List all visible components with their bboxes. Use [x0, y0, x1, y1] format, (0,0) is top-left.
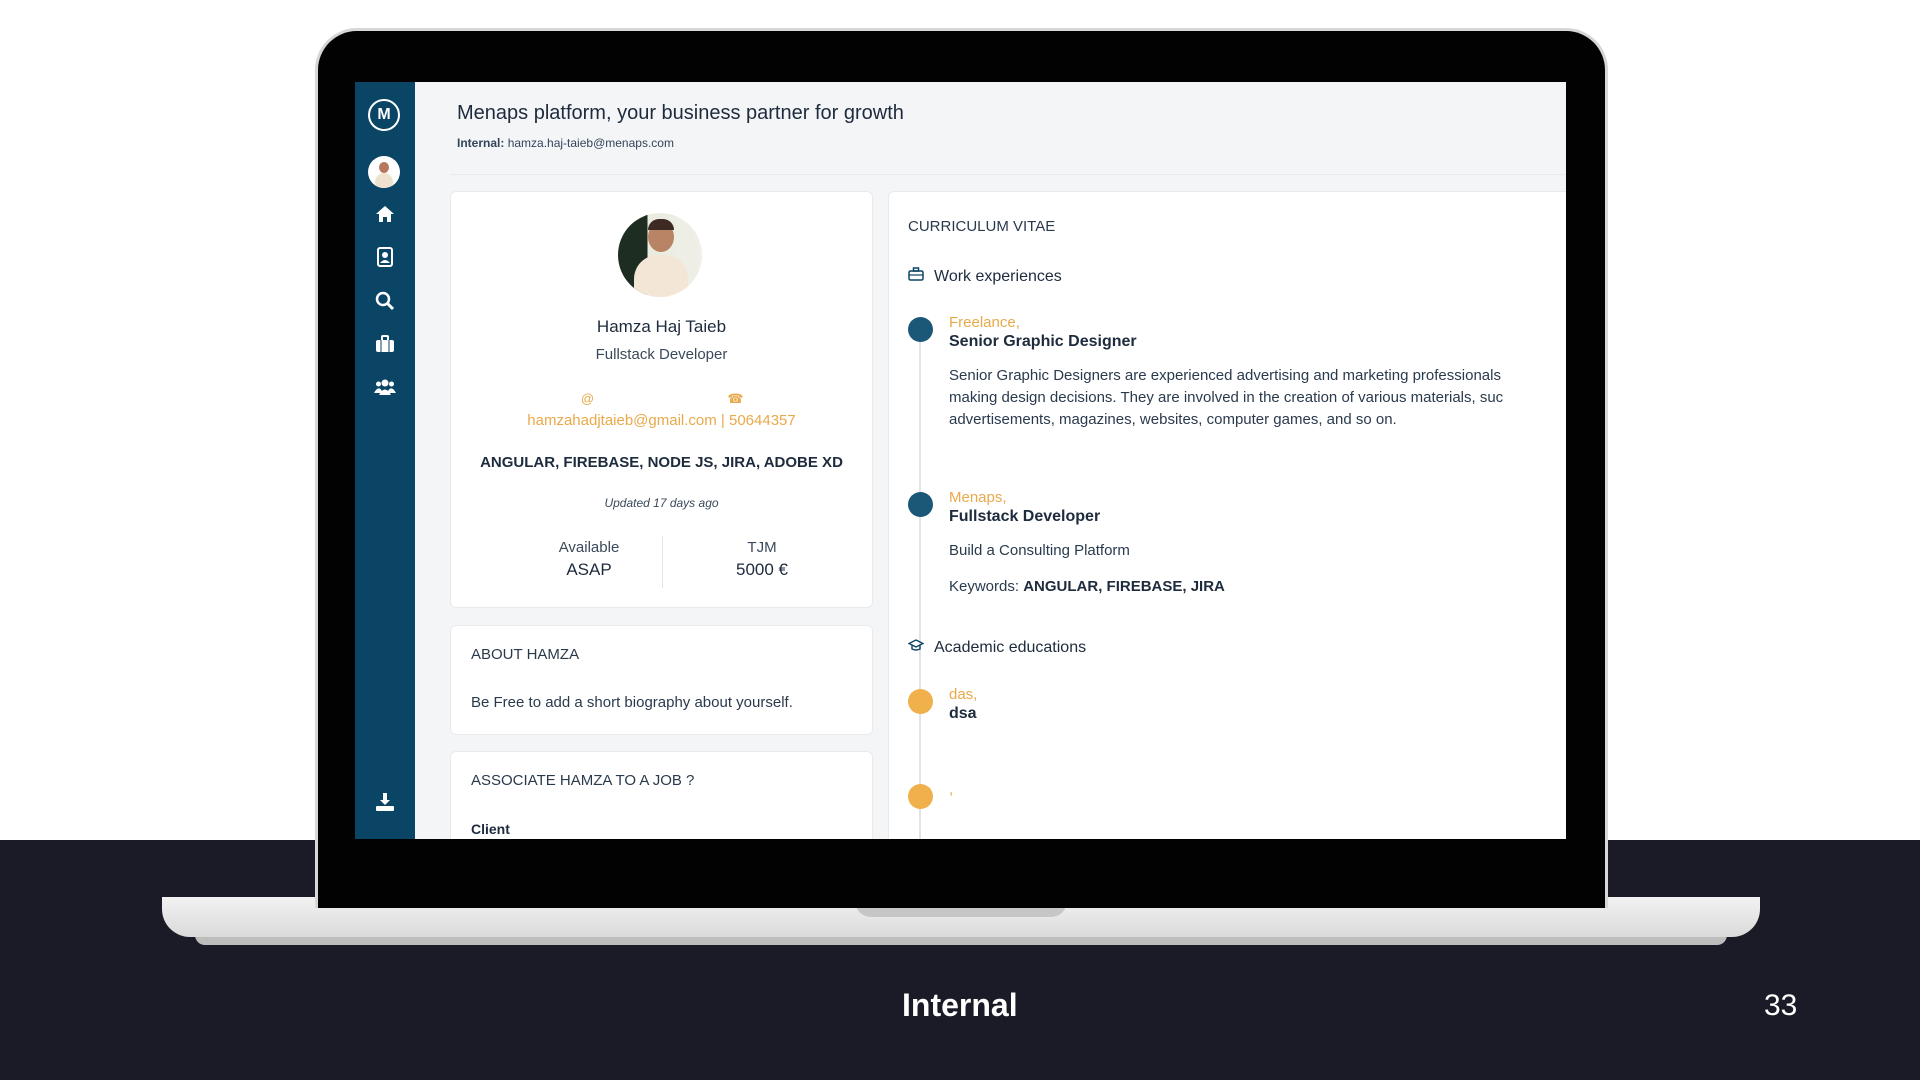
education-degree: dsa [949, 705, 977, 722]
cv-card: CURRICULUM VITAE Work experiences Freela… [888, 191, 1566, 839]
tjm-value: 5000 € [736, 560, 788, 579]
avatar-shirt [634, 255, 688, 297]
work-description-line: Senior Graphic Designers are experienced… [949, 367, 1501, 384]
work-company: Menaps, [949, 489, 1007, 506]
about-text[interactable]: Be Free to add a short biography about y… [471, 694, 793, 711]
avatar-hair [648, 219, 674, 230]
associate-card: ASSOCIATE HAMZA TO A JOB ? Client [450, 751, 873, 839]
email-icon: @ [580, 391, 595, 406]
work-position: Fullstack Developer [949, 508, 1101, 525]
menaps-logo-icon[interactable]: M [368, 99, 400, 131]
profile-role: Fullstack Developer [595, 346, 728, 363]
available-value: ASAP [566, 560, 612, 579]
keywords-label: Keywords: [949, 578, 1020, 595]
briefcase-outline-icon [908, 267, 928, 284]
timeline-dot-work-1 [908, 317, 933, 342]
timeline-dot-education-1 [908, 689, 933, 714]
client-label: Client [471, 821, 510, 837]
education-entry-1: das, dsa [949, 686, 1566, 723]
download-icon[interactable] [355, 792, 415, 819]
work-entry-2: Menaps, Fullstack Developer Build a Cons… [949, 489, 1566, 595]
internal-label: Internal: [457, 136, 505, 150]
about-card: ABOUT HAMZA Be Free to add a short biogr… [450, 625, 873, 735]
work-description: Build a Consulting Platform [949, 542, 1130, 559]
available-label: Available [558, 539, 620, 556]
profile-card: Hamza Haj Taieb Fullstack Developer @ ☎ h… [450, 191, 873, 608]
about-title: ABOUT HAMZA [471, 646, 580, 663]
app-screen: M Menaps platform, your business partner… [355, 82, 1566, 839]
briefcase-icon[interactable] [355, 334, 415, 360]
avatar-head [379, 162, 389, 173]
slide-footer-label: Internal [902, 987, 1018, 1023]
education-school: das, [949, 686, 978, 703]
profile-contact[interactable]: hamzahadjtaieb@gmail.com | 50644357 [451, 412, 872, 429]
sidebar: M [355, 82, 415, 839]
avatar-body [375, 173, 393, 188]
work-description-line: advertisements, magazines, websites, com… [949, 411, 1397, 428]
work-company: Freelance, [949, 314, 1020, 331]
work-experiences-heading: Work experiences [908, 267, 1062, 286]
work-description: Senior Graphic Designers are experienced… [949, 365, 1566, 431]
search-icon[interactable] [355, 291, 415, 318]
profile-name: Hamza Haj Taieb [596, 317, 727, 336]
graduation-cap-icon [907, 638, 928, 655]
internal-email[interactable]: hamza.haj-taieb@menaps.com [508, 136, 674, 150]
associate-title: ASSOCIATE HAMZA TO A JOB ? [471, 772, 695, 789]
contact-icons: @ ☎ [451, 391, 872, 407]
profile-skills: ANGULAR, FIREBASE, NODE JS, JIRA, ADOBE … [480, 454, 843, 471]
slide-page-number: 33 [1764, 989, 1798, 1022]
work-keywords: Keywords: ANGULAR, FIREBASE, JIRA [949, 578, 1566, 595]
timeline-dot-education-2 [908, 784, 933, 809]
header-divider [450, 174, 1566, 175]
internal-email-line: Internal: hamza.haj-taieb@menaps.com [457, 136, 674, 150]
education-entry-2: , [949, 781, 1566, 798]
keywords-value: ANGULAR, FIREBASE, JIRA [1023, 578, 1225, 595]
profile-updated: Updated 17 days ago [604, 496, 719, 510]
cv-title: CURRICULUM VITAE [908, 218, 1056, 235]
timeline-dot-work-2 [908, 492, 933, 517]
user-avatar-icon[interactable] [368, 156, 400, 188]
work-position: Senior Graphic Designer [949, 333, 1137, 350]
academic-educations-heading: Academic educations [907, 638, 1087, 657]
work-description-line: making design decisions. They are involv… [949, 389, 1504, 406]
work-heading-label: Work experiences [934, 268, 1062, 285]
stat-divider [662, 536, 663, 588]
work-entry-1: Freelance, Senior Graphic Designer Senio… [949, 314, 1566, 431]
users-icon[interactable] [355, 377, 415, 403]
tjm-label: TJM [747, 539, 777, 556]
timeline-line [919, 321, 921, 839]
page-title: Menaps platform, your business partner f… [457, 102, 904, 124]
home-icon[interactable] [355, 204, 415, 230]
profile-avatar [618, 213, 702, 297]
contacts-icon[interactable] [355, 247, 415, 274]
phone-icon: ☎ [727, 391, 744, 406]
education-school: , [949, 781, 954, 798]
education-heading-label: Academic educations [934, 639, 1087, 656]
